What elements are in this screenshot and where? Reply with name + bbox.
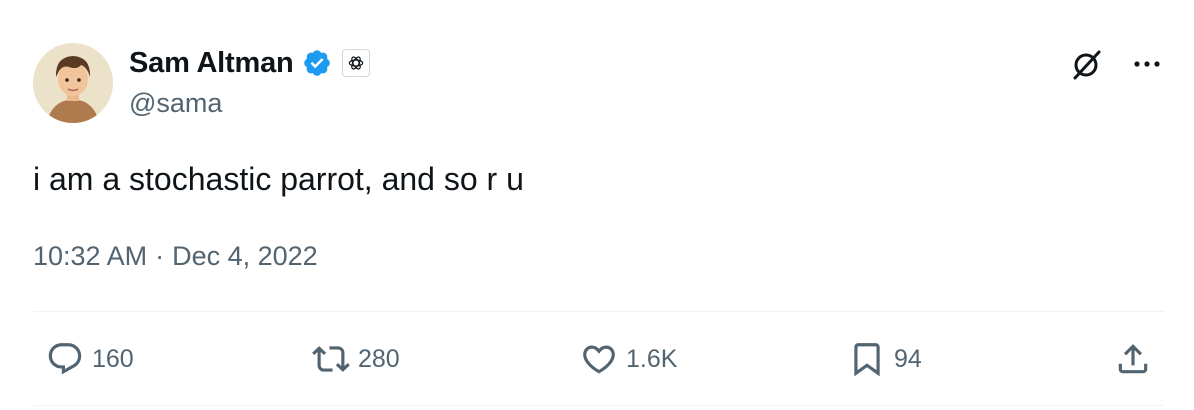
bookmark-icon: [854, 343, 880, 377]
share-icon: [1118, 344, 1148, 374]
repost-button[interactable]: 280: [312, 338, 400, 380]
like-button[interactable]: 1.6K: [580, 338, 677, 380]
divider: [33, 405, 1164, 406]
tweet-date[interactable]: Dec 4, 2022: [172, 241, 318, 271]
author-name[interactable]: Sam Altman: [129, 47, 294, 80]
share-button[interactable]: [1114, 338, 1152, 380]
grok-icon[interactable]: [1067, 46, 1105, 84]
avatar[interactable]: [33, 43, 113, 123]
repost-count: 280: [358, 344, 400, 373]
repost-icon: [312, 346, 350, 372]
openai-logo-icon[interactable]: [341, 49, 370, 77]
verified-badge-icon[interactable]: [302, 48, 332, 78]
reply-icon: [48, 343, 82, 375]
author-handle[interactable]: @sama: [129, 88, 222, 119]
tweet-time[interactable]: 10:32 AM: [33, 241, 147, 271]
heart-icon: [583, 345, 615, 374]
avatar-image: [33, 43, 113, 123]
like-count: 1.6K: [626, 344, 678, 373]
bookmark-button[interactable]: 94: [848, 338, 922, 380]
meta-separator: ·: [155, 241, 165, 271]
author-row: Sam Altman: [129, 45, 370, 81]
reply-count: 160: [92, 344, 134, 373]
tweet-timestamp: 10:32 AM · Dec 4, 2022: [33, 241, 318, 272]
reply-button[interactable]: 160: [46, 338, 134, 380]
bookmark-count: 94: [894, 344, 922, 373]
divider: [33, 311, 1164, 312]
more-options-icon[interactable]: [1129, 46, 1165, 82]
tweet-text: i am a stochastic parrot, and so r u: [33, 161, 524, 197]
